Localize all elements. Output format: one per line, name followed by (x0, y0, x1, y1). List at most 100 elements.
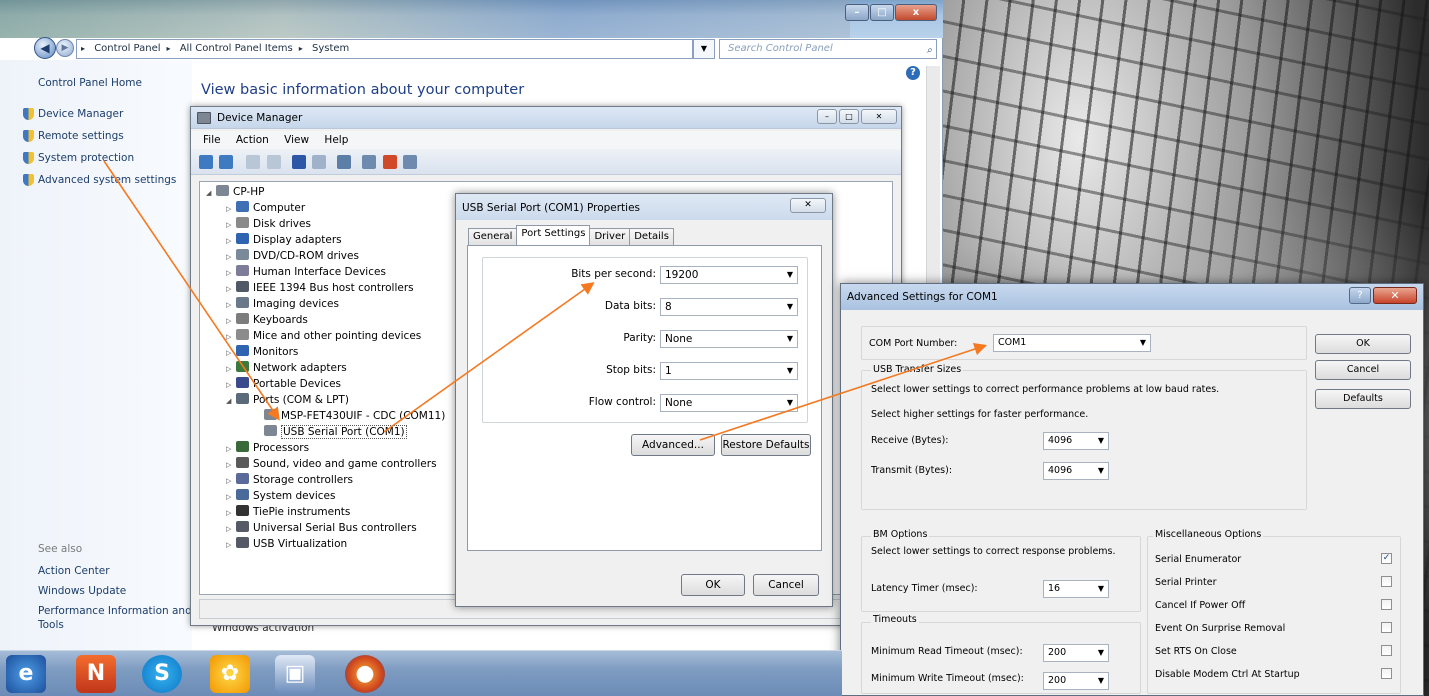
expand-icon[interactable]: ▷ (226, 365, 236, 373)
minimize-button[interactable]: – (845, 4, 869, 21)
bits-per-second-select[interactable]: 19200 ▼ (660, 266, 798, 284)
breadcrumb-item[interactable]: System (312, 43, 349, 54)
skype-icon[interactable]: S (142, 655, 182, 693)
data-bits-select[interactable]: 8 ▼ (660, 298, 798, 316)
uninstall-icon[interactable] (382, 155, 397, 169)
view-icon[interactable] (266, 155, 281, 169)
ok-button[interactable]: OK (681, 574, 745, 596)
tree-category[interactable]: ◢ Ports (COM & LPT) (226, 393, 349, 406)
advanced-button[interactable]: Advanced... (631, 434, 715, 456)
tree-category[interactable]: ▷ Network adapters (226, 361, 347, 374)
misc-option-checkbox[interactable] (1381, 645, 1392, 656)
back-icon[interactable] (199, 155, 213, 169)
tree-category[interactable]: ▷ IEEE 1394 Bus host controllers (226, 281, 414, 294)
expand-icon[interactable]: ▷ (226, 461, 236, 469)
tree-category[interactable]: ▷ Universal Serial Bus controllers (226, 521, 417, 534)
expand-icon[interactable]: ▷ (226, 237, 236, 245)
help-icon[interactable] (291, 155, 306, 169)
expand-icon[interactable]: ▷ (226, 285, 236, 293)
search-input[interactable]: Search Control Panel ⌕ (719, 39, 937, 59)
expand-icon[interactable]: ▷ (226, 221, 236, 229)
help-button[interactable]: ? (1349, 287, 1371, 304)
address-dropdown[interactable]: ▼ (693, 39, 715, 59)
misc-option-checkbox[interactable] (1381, 576, 1392, 587)
sidebar-item-device-manager[interactable]: Device Manager (23, 108, 123, 120)
expand-icon[interactable]: ▷ (226, 477, 236, 485)
breadcrumb-item[interactable]: All Control Panel Items (180, 43, 293, 54)
tab-details[interactable]: Details (629, 228, 674, 245)
back-icon[interactable]: ◀ (34, 37, 56, 59)
close-button[interactable]: ✕ (1373, 287, 1417, 304)
expand-icon[interactable]: ▷ (226, 205, 236, 213)
tree-category[interactable]: ▷ Mice and other pointing devices (226, 329, 421, 342)
menu-help[interactable]: Help (324, 134, 348, 146)
tree-child-port[interactable]: USB Serial Port (COM1) (254, 425, 407, 439)
paint-icon[interactable]: ✿ (210, 655, 250, 693)
disable-icon[interactable] (402, 155, 417, 169)
address-bar[interactable]: ▸ Control Panel ▸ All Control Panel Items… (76, 39, 693, 59)
misc-option-checkbox[interactable] (1381, 668, 1392, 679)
write-timeout-select[interactable]: 200 ▼ (1043, 672, 1109, 690)
maximize-button[interactable]: □ (870, 4, 894, 21)
ok-button[interactable]: OK (1315, 334, 1411, 354)
tree-category[interactable]: ▷ System devices (226, 489, 335, 502)
breadcrumb-item[interactable]: Control Panel (94, 43, 160, 54)
help-icon[interactable]: ? (906, 66, 920, 80)
expand-icon[interactable]: ▷ (226, 317, 236, 325)
tree-category[interactable]: ▷ DVD/CD-ROM drives (226, 249, 359, 262)
close-button[interactable]: ✕ (861, 109, 897, 124)
tree-root[interactable]: ◢ CP-HP (206, 185, 264, 198)
firefox-icon[interactable]: ● (345, 655, 385, 693)
tab-port-settings[interactable]: Port Settings (516, 225, 591, 245)
sidebar-item-system-protection[interactable]: System protection (23, 152, 134, 164)
receive-select[interactable]: 4096 ▼ (1043, 432, 1109, 450)
cancel-button[interactable]: Cancel (1315, 360, 1411, 380)
tab-general[interactable]: General (468, 228, 518, 245)
tree-category[interactable]: ▷ Display adapters (226, 233, 342, 246)
tree-category[interactable]: ▷ Portable Devices (226, 377, 341, 390)
performance-information-link[interactable]: Performance Information and (38, 605, 192, 617)
tree-category[interactable]: ▷ Monitors (226, 345, 298, 358)
expand-icon[interactable]: ▷ (226, 541, 236, 549)
properties-icon[interactable] (246, 155, 261, 169)
close-button[interactable]: ✕ (790, 198, 826, 213)
expand-icon[interactable]: ▷ (226, 333, 236, 341)
transmit-select[interactable]: 4096 ▼ (1043, 462, 1109, 480)
restore-defaults-button[interactable]: Restore Defaults (721, 434, 811, 456)
tab-driver[interactable]: Driver (589, 228, 631, 245)
minimize-button[interactable]: – (817, 109, 837, 124)
expand-icon[interactable]: ▷ (226, 349, 236, 357)
tree-category[interactable]: ▷ Computer (226, 201, 305, 214)
expand-icon[interactable]: ▷ (226, 381, 236, 389)
tree-category[interactable]: ▷ TiePie instruments (226, 505, 350, 518)
tree-category[interactable]: ▷ Imaging devices (226, 297, 339, 310)
tree-category[interactable]: ▷ Disk drives (226, 217, 311, 230)
tree-category[interactable]: ▷ Processors (226, 441, 309, 454)
expand-icon[interactable]: ▷ (226, 509, 236, 517)
tree-category[interactable]: ▷ Human Interface Devices (226, 265, 386, 278)
misc-option-checkbox[interactable] (1381, 622, 1392, 633)
ie-icon[interactable]: e (6, 655, 46, 693)
expand-icon[interactable]: ▷ (226, 253, 236, 261)
parity-select[interactable]: None ▼ (660, 330, 798, 348)
menu-file[interactable]: File (203, 134, 221, 146)
sidebar-item-advanced-system-settings[interactable]: Advanced system settings (23, 174, 176, 186)
expand-icon[interactable]: ▷ (226, 445, 236, 453)
control-panel-home-link[interactable]: Control Panel Home (38, 77, 142, 89)
forward-icon[interactable] (219, 155, 234, 169)
scan-hardware-icon[interactable] (337, 155, 352, 169)
tools-link[interactable]: Tools (38, 619, 64, 631)
sidebar-item-remote-settings[interactable]: Remote settings (23, 130, 124, 142)
misc-option-checkbox[interactable]: ✓ (1381, 553, 1392, 564)
tree-child-port[interactable]: MSP-FET430UIF - CDC (COM11) (254, 409, 445, 422)
expand-icon[interactable]: ▷ (226, 269, 236, 277)
windows-update-link[interactable]: Windows Update (38, 585, 126, 597)
expand-icon[interactable]: ▷ (226, 301, 236, 309)
tree-category[interactable]: ▷ USB Virtualization (226, 537, 347, 550)
flow-control-select[interactable]: None ▼ (660, 394, 798, 412)
tree-category[interactable]: ▷ Keyboards (226, 313, 308, 326)
expanded-icon[interactable]: ◢ (226, 397, 236, 405)
com-port-select[interactable]: COM1 ▼ (993, 334, 1151, 352)
forward-icon[interactable]: ▶ (56, 39, 74, 57)
expand-icon[interactable]: ▷ (226, 493, 236, 501)
